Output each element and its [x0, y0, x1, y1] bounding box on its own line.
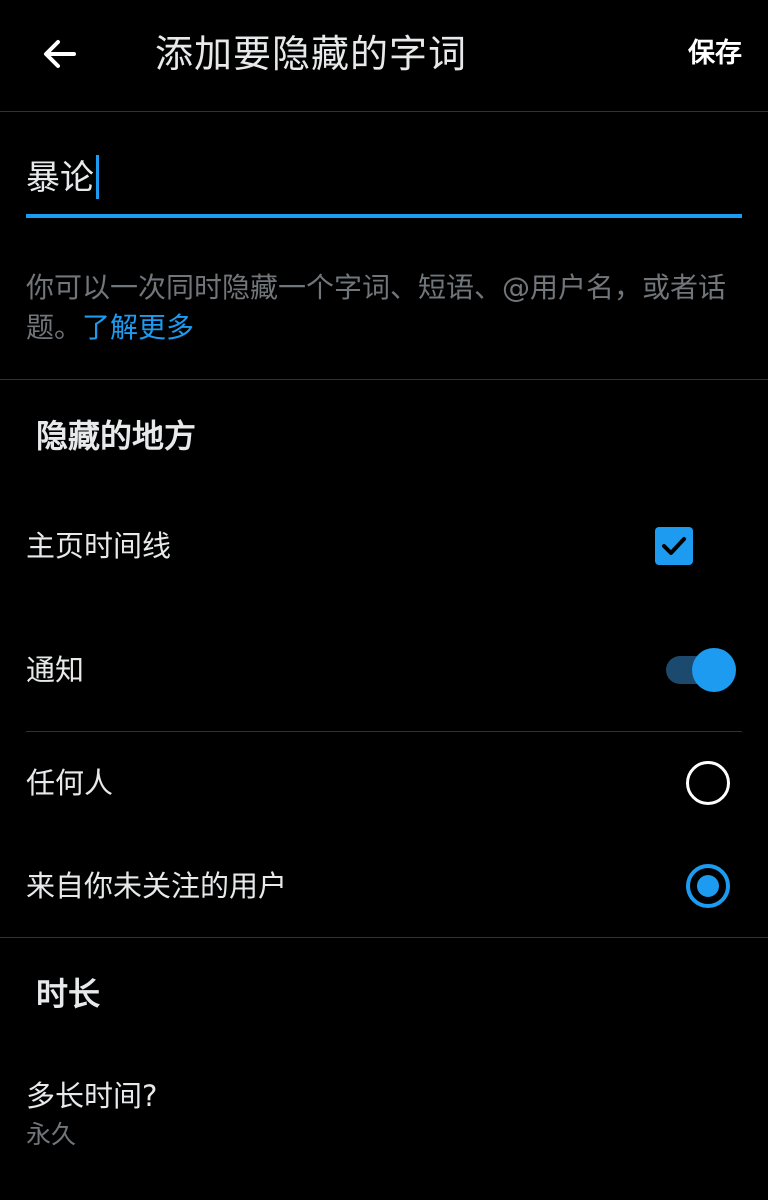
page-title: 添加要隐藏的字词 — [155, 32, 468, 76]
back-button[interactable] — [30, 26, 90, 82]
mute-word-value: 暴论 — [26, 158, 94, 198]
save-button[interactable]: 保存 — [688, 34, 742, 74]
input-underline — [26, 214, 742, 218]
notifications-row[interactable]: 通知 — [0, 620, 768, 720]
mute-from-heading: 隐藏的地方 — [36, 417, 197, 455]
help-text: 你可以一次同时隐藏一个字词、短语、@用户名，或者话题。了解更多 — [26, 268, 742, 348]
checkmark-icon — [662, 537, 686, 555]
section-divider — [0, 937, 768, 938]
row-divider — [26, 731, 742, 732]
learn-more-link[interactable]: 了解更多 — [82, 311, 194, 344]
audience-anyone-radio[interactable] — [686, 761, 730, 805]
mute-word-input[interactable]: 暴论 — [26, 148, 742, 208]
duration-heading: 时长 — [36, 975, 101, 1013]
audience-anyone-label: 任何人 — [26, 766, 114, 800]
toggle-thumb — [692, 648, 736, 692]
audience-not-following-radio[interactable] — [686, 864, 730, 908]
duration-label: 多长时间? — [26, 1079, 158, 1113]
audience-not-following-row[interactable]: 来自你未关注的用户 — [0, 836, 768, 936]
audience-not-following-label: 来自你未关注的用户 — [26, 869, 288, 903]
arrow-left-icon — [44, 40, 76, 68]
radio-selected-dot — [697, 875, 719, 897]
home-timeline-checkbox[interactable] — [655, 527, 693, 565]
duration-row[interactable]: 多长时间? 永久 — [0, 1068, 768, 1158]
home-timeline-label: 主页时间线 — [26, 529, 172, 563]
section-divider — [0, 379, 768, 380]
mute-word-field[interactable]: 暴论 — [26, 140, 742, 218]
top-app-bar: 添加要隐藏的字词 保存 — [0, 0, 768, 112]
duration-value: 永久 — [26, 1120, 77, 1149]
audience-anyone-row[interactable]: 任何人 — [0, 733, 768, 833]
notifications-toggle[interactable] — [666, 648, 736, 692]
notifications-label: 通知 — [26, 653, 85, 687]
home-timeline-row[interactable]: 主页时间线 — [0, 496, 768, 596]
text-caret — [96, 154, 99, 199]
